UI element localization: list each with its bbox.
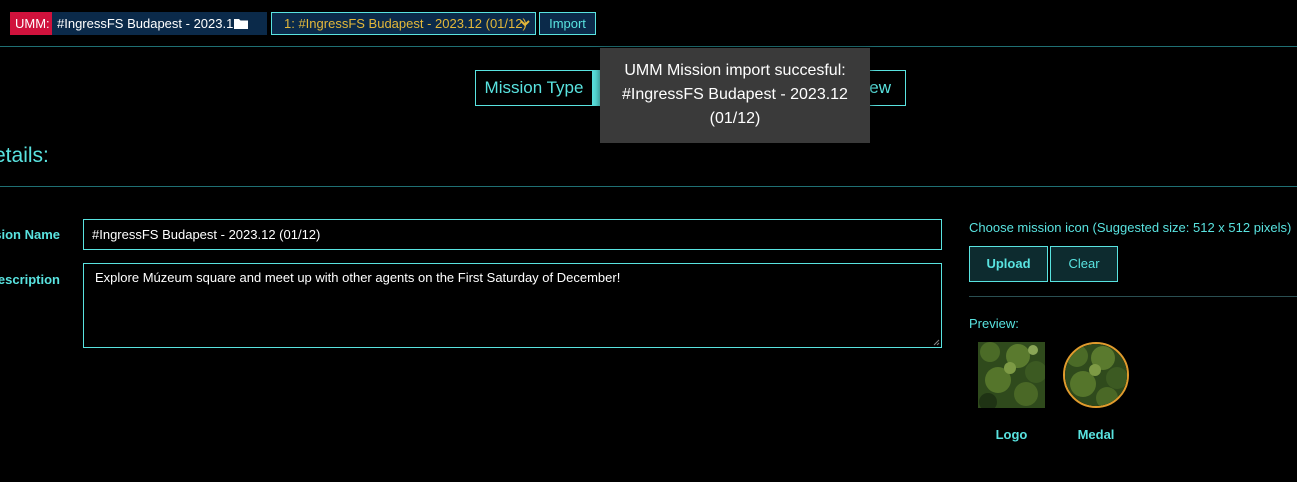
chevron-down-icon bbox=[520, 20, 530, 27]
import-success-toast: UMM Mission import succesful: #IngressFS… bbox=[600, 48, 870, 143]
panel-divider bbox=[969, 296, 1297, 297]
medal-preview-image bbox=[1063, 342, 1129, 408]
mission-select-value: 1: #IngressFS Budapest - 2023.12 (01/12) bbox=[284, 16, 527, 31]
umm-badge: UMM: bbox=[10, 12, 55, 35]
upload-button[interactable]: Upload bbox=[969, 246, 1048, 282]
mission-name-input[interactable]: #IngressFS Budapest - 2023.12 (01/12) bbox=[83, 219, 942, 250]
logo-label: Logo bbox=[995, 427, 1028, 442]
mission-select[interactable]: 1: #IngressFS Budapest - 2023.12 (01/12) bbox=[271, 12, 536, 35]
umm-file-name: #IngressFS Budapest - 2023.12 bbox=[57, 16, 241, 31]
toast-line-3: (01/12) bbox=[709, 110, 761, 127]
description-label: Description bbox=[0, 272, 60, 287]
description-textarea[interactable]: Explore Múzeum square and meet up with o… bbox=[83, 263, 942, 348]
choose-icon-label: Choose mission icon (Suggested size: 512… bbox=[969, 220, 1292, 235]
folder-icon[interactable] bbox=[234, 17, 248, 29]
logo-preview-image bbox=[978, 342, 1045, 408]
resize-grip-icon[interactable] bbox=[933, 339, 940, 346]
medal-label: Medal bbox=[1077, 427, 1115, 442]
preview-label: Preview: bbox=[969, 316, 1019, 331]
tab-mission-type[interactable]: Mission Type bbox=[475, 70, 593, 106]
section-title: etails: bbox=[0, 144, 49, 167]
section-divider bbox=[0, 186, 1297, 187]
import-button[interactable]: Import bbox=[539, 12, 596, 35]
toast-line-1: UMM Mission import succesful: bbox=[624, 62, 846, 79]
description-text: Explore Múzeum square and meet up with o… bbox=[95, 270, 621, 285]
toast-line-2: #IngressFS Budapest - 2023.12 bbox=[622, 86, 848, 103]
clear-button[interactable]: Clear bbox=[1050, 246, 1118, 282]
mission-name-label: Mission Name bbox=[0, 227, 60, 242]
umm-toolbar: UMM: #IngressFS Budapest - 2023.12 1: #I… bbox=[0, 0, 1297, 47]
